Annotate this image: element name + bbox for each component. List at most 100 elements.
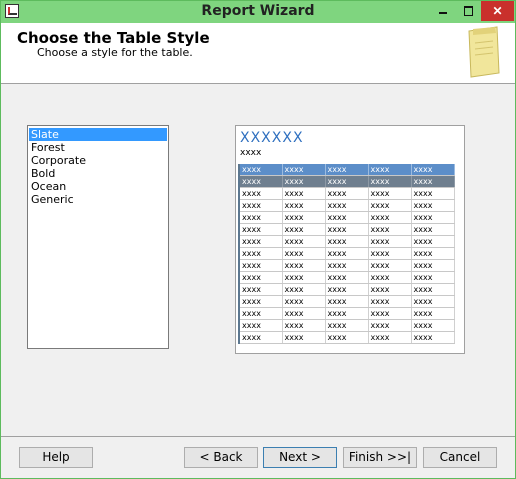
preview-cell: xxxx	[411, 223, 455, 236]
preview-cell: xxxx	[238, 307, 283, 320]
preview-cell: xxxx	[238, 211, 283, 224]
preview-row: xxxx xxxx xxxx xxxx xxxx	[238, 235, 455, 248]
preview-cell: xxxx	[325, 247, 369, 260]
preview-cell: xxxx	[238, 283, 283, 296]
preview-cell: xxxx	[282, 164, 326, 176]
preview-cell: xxxx	[238, 199, 283, 212]
preview-cell: xxxx	[325, 271, 369, 284]
preview-cell: xxxx	[238, 331, 283, 344]
style-item-bold[interactable]: Bold	[29, 167, 167, 180]
cancel-button[interactable]: Cancel	[423, 447, 497, 468]
preview-row: xxxx xxxx xxxx xxxx xxxx	[238, 223, 455, 236]
footer-divider	[1, 436, 515, 437]
preview-cell: xxxx	[325, 211, 369, 224]
preview-cell: xxxx	[282, 295, 326, 308]
preview-cell: xxxx	[368, 164, 412, 176]
preview-cell: xxxx	[282, 259, 326, 272]
preview-row: xxxx xxxx xxxx xxxx xxxx	[238, 247, 455, 260]
preview-cell: xxxx	[411, 319, 455, 332]
preview-cell: xxxx	[368, 331, 412, 344]
preview-cell: xxxx	[325, 175, 369, 188]
preview-cell: xxxx	[238, 271, 283, 284]
report-wizard-window: Report Wizard ✕ Choose the Table Style C…	[0, 0, 516, 479]
preview-cell: xxxx	[282, 271, 326, 284]
preview-cell: xxxx	[282, 211, 326, 224]
preview-cell: xxxx	[411, 187, 455, 200]
preview-cell: xxxx	[238, 235, 283, 248]
preview-subtitle: xxxx	[240, 148, 262, 158]
preview-row: xxxx xxxx xxxx xxxx xxxx	[238, 307, 455, 320]
preview-cell: xxxx	[368, 223, 412, 236]
maximize-button[interactable]	[456, 1, 481, 21]
preview-cell: xxxx	[411, 235, 455, 248]
preview-row: xxxx xxxx xxxx xxxx xxxx	[238, 271, 455, 284]
preview-cell: xxxx	[282, 319, 326, 332]
style-item-ocean[interactable]: Ocean	[29, 180, 167, 193]
preview-group-row: xxxx xxxx xxxx xxxx xxxx	[238, 175, 455, 188]
preview-cell: xxxx	[238, 164, 283, 176]
preview-cell: xxxx	[282, 331, 326, 344]
preview-cell: xxxx	[411, 295, 455, 308]
preview-cell: xxxx	[325, 307, 369, 320]
next-button[interactable]: Next >	[263, 447, 337, 468]
preview-title: XXXXXX	[240, 130, 304, 146]
preview-cell: xxxx	[238, 259, 283, 272]
finish-button[interactable]: Finish >>|	[343, 447, 417, 468]
preview-cell: xxxx	[325, 295, 369, 308]
preview-cell: xxxx	[411, 259, 455, 272]
title-bar[interactable]: Report Wizard ✕	[1, 1, 515, 23]
preview-row: xxxx xxxx xxxx xxxx xxxx	[238, 331, 455, 344]
preview-cell: xxxx	[411, 175, 455, 188]
preview-cell: xxxx	[411, 307, 455, 320]
preview-cell: xxxx	[325, 187, 369, 200]
preview-cell: xxxx	[282, 235, 326, 248]
preview-row: xxxx xxxx xxxx xxxx xxxx	[238, 199, 455, 212]
preview-cell: xxxx	[238, 319, 283, 332]
preview-table: xxxx xxxx xxxx xxxx xxxx xxxx xxxx xxxx xxxx xxxx…	[238, 164, 455, 344]
preview-cell: xxxx	[411, 271, 455, 284]
preview-cell: xxxx	[368, 319, 412, 332]
preview-cell: xxxx	[238, 223, 283, 236]
preview-row: xxxx xxxx xxxx xxxx xxxx	[238, 259, 455, 272]
preview-cell: xxxx	[325, 235, 369, 248]
style-item-forest[interactable]: Forest	[29, 141, 167, 154]
preview-row: xxxx xxxx xxxx xxxx xxxx	[238, 319, 455, 332]
preview-cell: xxxx	[325, 164, 369, 176]
preview-cell: xxxx	[325, 259, 369, 272]
help-button[interactable]: Help	[19, 447, 93, 468]
back-button[interactable]: < Back	[184, 447, 258, 468]
preview-cell: xxxx	[411, 211, 455, 224]
preview-cell: xxxx	[325, 319, 369, 332]
preview-cell: xxxx	[368, 271, 412, 284]
preview-cell: xxxx	[368, 235, 412, 248]
style-preview: XXXXXX xxxx xxxx xxxx xxxx xxxx xxxx xxxx xxxx…	[235, 125, 465, 354]
preview-cell: xxxx	[368, 259, 412, 272]
preview-cell: xxxx	[368, 247, 412, 260]
preview-cell: xxxx	[411, 199, 455, 212]
preview-cell: xxxx	[368, 199, 412, 212]
preview-cell: xxxx	[325, 223, 369, 236]
preview-cell: xxxx	[368, 187, 412, 200]
preview-cell: xxxx	[238, 187, 283, 200]
wizard-header: Choose the Table Style Choose a style fo…	[1, 23, 515, 84]
preview-cell: xxxx	[368, 283, 412, 296]
preview-cell: xxxx	[368, 307, 412, 320]
preview-cell: xxxx	[368, 295, 412, 308]
preview-cell: xxxx	[368, 175, 412, 188]
close-button[interactable]: ✕	[481, 1, 514, 21]
note-icon	[468, 26, 500, 78]
table-style-list[interactable]: Slate Forest Corporate Bold Ocean Generi…	[27, 125, 169, 349]
preview-cell: xxxx	[238, 295, 283, 308]
preview-cell: xxxx	[282, 199, 326, 212]
preview-row: xxxx xxxx xxxx xxxx xxxx	[238, 295, 455, 308]
preview-row: xxxx xxxx xxxx xxxx xxxx	[238, 211, 455, 224]
minimize-button[interactable]	[430, 1, 456, 21]
preview-cell: xxxx	[325, 199, 369, 212]
preview-cell: xxxx	[282, 247, 326, 260]
style-item-corporate[interactable]: Corporate	[29, 154, 167, 167]
preview-cell: xxxx	[411, 283, 455, 296]
preview-cell: xxxx	[325, 283, 369, 296]
preview-cell: xxxx	[282, 187, 326, 200]
style-item-generic[interactable]: Generic	[29, 193, 167, 206]
style-item-slate[interactable]: Slate	[29, 128, 167, 141]
